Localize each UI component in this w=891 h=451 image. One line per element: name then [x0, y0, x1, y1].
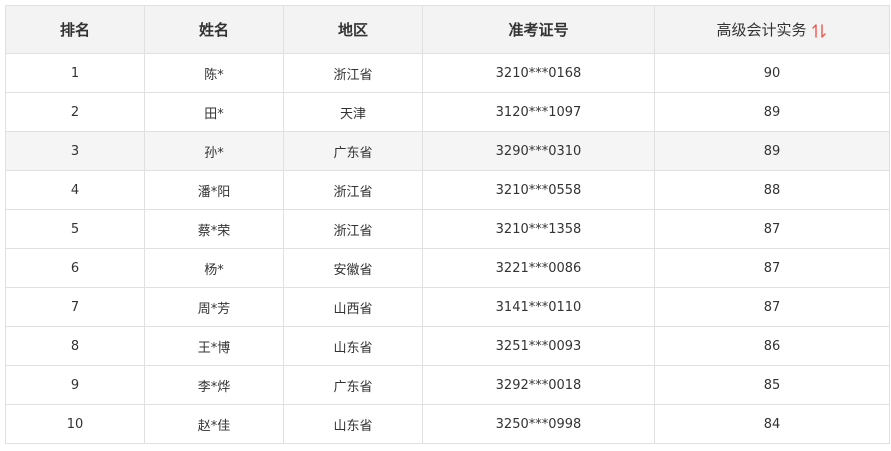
cell-score: 89: [654, 92, 890, 132]
cell-name: 潘*阳: [144, 170, 284, 210]
cell-region: 浙江省: [283, 209, 423, 249]
cell-exam-number: 3210***0558: [422, 170, 655, 210]
ranking-table: 排名 姓名 地区 准考证号 高级会计实务 1 陈* 浙江省 3210***0168 90…: [5, 5, 890, 444]
sort-arrows-icon[interactable]: [810, 22, 828, 40]
table-header-row: 排名 姓名 地区 准考证号 高级会计实务: [5, 5, 890, 54]
header-score-label: 高级会计实务: [716, 21, 807, 39]
cell-exam-number: 3221***0086: [422, 248, 655, 288]
cell-score: 86: [654, 326, 890, 366]
cell-rank: 1: [5, 53, 145, 93]
cell-score: 85: [654, 365, 890, 405]
cell-exam-number: 3250***0998: [422, 404, 655, 444]
cell-region: 广东省: [283, 131, 423, 171]
cell-score: 90: [654, 53, 890, 93]
cell-score: 89: [654, 131, 890, 171]
cell-region: 浙江省: [283, 170, 423, 210]
cell-score: 87: [654, 287, 890, 327]
ranking-table-container: 排名 姓名 地区 准考证号 高级会计实务 1 陈* 浙江省 3210***0168 90…: [5, 5, 890, 444]
cell-name: 王*博: [144, 326, 284, 366]
cell-name: 蔡*荣: [144, 209, 284, 249]
cell-region: 天津: [283, 92, 423, 132]
cell-region: 安徽省: [283, 248, 423, 288]
table-row: 3 孙* 广东省 3290***0310 89: [5, 131, 890, 171]
cell-exam-number: 3210***0168: [422, 53, 655, 93]
cell-region: 浙江省: [283, 53, 423, 93]
cell-score: 87: [654, 209, 890, 249]
cell-region: 山东省: [283, 404, 423, 444]
cell-rank: 10: [5, 404, 145, 444]
cell-rank: 4: [5, 170, 145, 210]
header-name: 姓名: [144, 5, 284, 54]
cell-rank: 3: [5, 131, 145, 171]
header-rank: 排名: [5, 5, 145, 54]
cell-name: 田*: [144, 92, 284, 132]
cell-rank: 2: [5, 92, 145, 132]
cell-rank: 8: [5, 326, 145, 366]
cell-score: 84: [654, 404, 890, 444]
cell-score: 88: [654, 170, 890, 210]
cell-name: 李*烨: [144, 365, 284, 405]
cell-exam-number: 3251***0093: [422, 326, 655, 366]
table-row: 4 潘*阳 浙江省 3210***0558 88: [5, 170, 890, 210]
cell-exam-number: 3210***1358: [422, 209, 655, 249]
cell-region: 广东省: [283, 365, 423, 405]
cell-name: 陈*: [144, 53, 284, 93]
table-row: 1 陈* 浙江省 3210***0168 90: [5, 53, 890, 93]
table-row: 7 周*芳 山西省 3141***0110 87: [5, 287, 890, 327]
cell-name: 杨*: [144, 248, 284, 288]
table-row: 2 田* 天津 3120***1097 89: [5, 92, 890, 132]
cell-region: 山东省: [283, 326, 423, 366]
cell-exam-number: 3292***0018: [422, 365, 655, 405]
cell-exam-number: 3120***1097: [422, 92, 655, 132]
cell-rank: 9: [5, 365, 145, 405]
table-row: 6 杨* 安徽省 3221***0086 87: [5, 248, 890, 288]
cell-region: 山西省: [283, 287, 423, 327]
table-body: 1 陈* 浙江省 3210***0168 90 2 田* 天津 3120***1097 89 3 孙*…: [5, 53, 890, 444]
header-score-sortable[interactable]: 高级会计实务: [654, 5, 890, 54]
table-row: 5 蔡*荣 浙江省 3210***1358 87: [5, 209, 890, 249]
cell-rank: 7: [5, 287, 145, 327]
cell-rank: 6: [5, 248, 145, 288]
cell-name: 赵*佳: [144, 404, 284, 444]
header-region: 地区: [283, 5, 423, 54]
cell-exam-number: 3141***0110: [422, 287, 655, 327]
cell-score: 87: [654, 248, 890, 288]
header-exam-number: 准考证号: [422, 5, 655, 54]
cell-exam-number: 3290***0310: [422, 131, 655, 171]
table-row: 10 赵*佳 山东省 3250***0998 84: [5, 404, 890, 444]
table-row: 9 李*烨 广东省 3292***0018 85: [5, 365, 890, 405]
cell-name: 周*芳: [144, 287, 284, 327]
cell-rank: 5: [5, 209, 145, 249]
table-row: 8 王*博 山东省 3251***0093 86: [5, 326, 890, 366]
cell-name: 孙*: [144, 131, 284, 171]
